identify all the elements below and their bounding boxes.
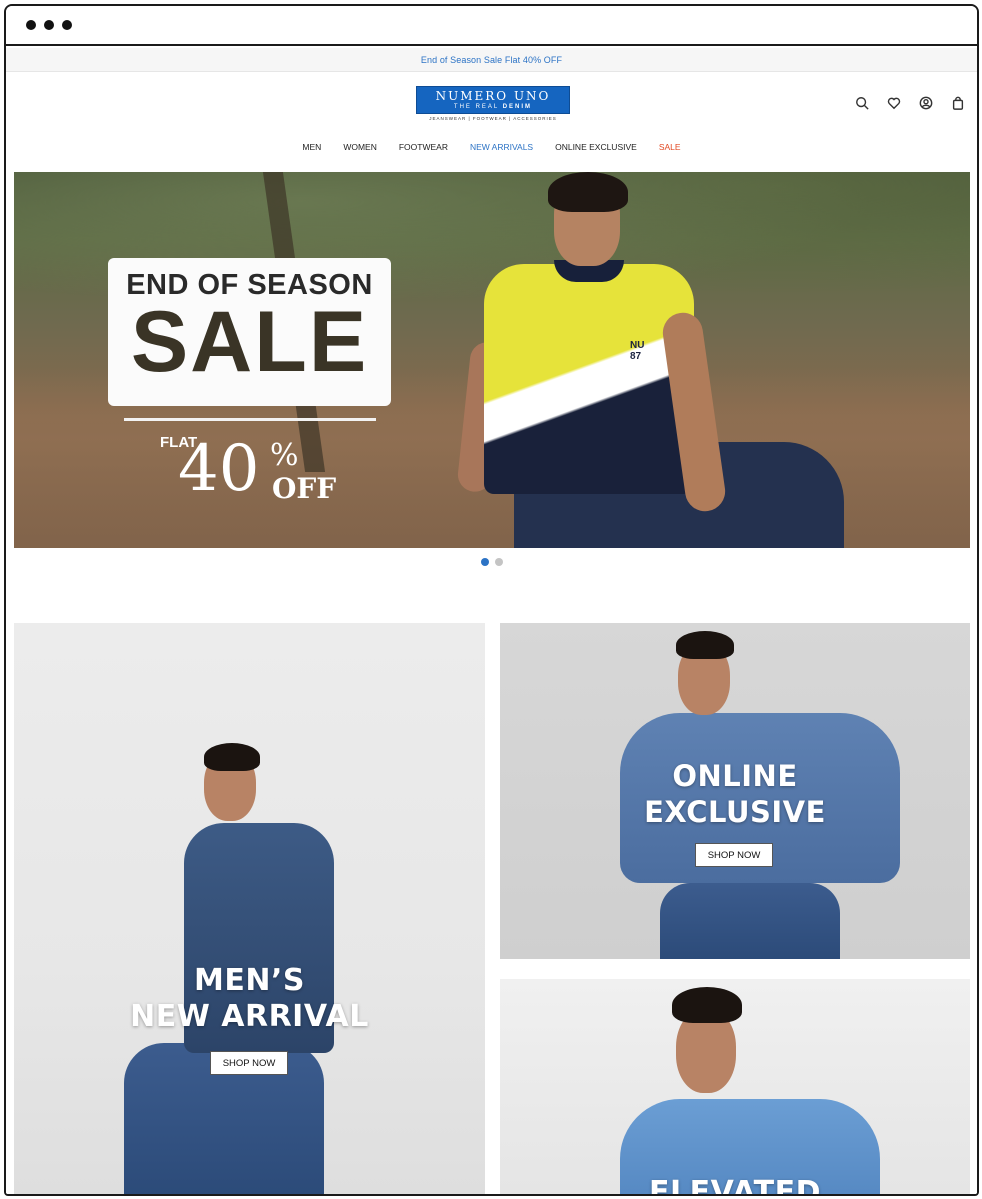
carousel-indicators bbox=[6, 558, 977, 566]
mens-title-line2: NEW ARRIVAL bbox=[130, 999, 369, 1034]
carousel-dot-2[interactable] bbox=[494, 558, 503, 566]
nav-men[interactable]: MEN bbox=[301, 142, 322, 152]
elevated-title: ELEVATED bbox=[648, 1175, 822, 1196]
online-title-line2: EXCLUSIVE bbox=[644, 795, 826, 829]
window-dot-2[interactable] bbox=[44, 20, 54, 30]
nav-online-exclusive[interactable]: ONLINE EXCLUSIVE bbox=[554, 142, 638, 152]
tile-elevated[interactable]: ELEVATED bbox=[500, 979, 970, 1196]
window-dot-3[interactable] bbox=[62, 20, 72, 30]
model-hair bbox=[204, 743, 260, 771]
search-icon[interactable] bbox=[853, 94, 871, 112]
nav-women[interactable]: WOMEN bbox=[342, 142, 378, 152]
online-title-line1: ONLINE bbox=[672, 759, 798, 793]
sale-badge: END OF SEASON SALE bbox=[108, 258, 391, 406]
logo-sub-bold: DENIM bbox=[502, 103, 533, 110]
page: End of Season Sale Flat 40% OFF NUMERO U… bbox=[6, 48, 977, 1194]
heart-icon[interactable] bbox=[885, 94, 903, 112]
logo-sub-text: THE REAL DENIM bbox=[454, 103, 532, 111]
announcement-bar[interactable]: End of Season Sale Flat 40% OFF bbox=[6, 48, 977, 72]
site-header: NUMERO UNO THE REAL DENIM JEANSWEAR | FO… bbox=[6, 72, 977, 176]
discount-number: 40 bbox=[178, 432, 260, 506]
browser-titlebar bbox=[6, 6, 977, 46]
model-jeans bbox=[660, 883, 840, 959]
hero-model-image: NU 87 bbox=[444, 172, 844, 548]
mens-shop-now-button[interactable]: SHOP NOW bbox=[210, 1051, 288, 1075]
header-icons bbox=[853, 94, 967, 112]
logo-sub-prefix: THE REAL bbox=[453, 103, 500, 110]
nav-footwear[interactable]: FOOTWEAR bbox=[398, 142, 449, 152]
nav-new-arrivals[interactable]: NEW ARRIVALS bbox=[469, 142, 534, 152]
main-nav: MEN WOMEN FOOTWEAR NEW ARRIVALS ONLINE E… bbox=[6, 142, 977, 152]
model-hair bbox=[548, 172, 628, 212]
online-shop-now-button[interactable]: SHOP NOW bbox=[695, 843, 773, 867]
discount-percent: % bbox=[270, 438, 299, 473]
tile-mens-new-arrival[interactable]: MEN’S NEW ARRIVAL SHOP NOW bbox=[14, 623, 485, 1194]
logo-main-text: NUMERO UNO bbox=[435, 88, 551, 103]
hero-banner[interactable]: END OF SEASON SALE FLAT 40 % OFF NU 87 bbox=[14, 172, 970, 548]
shirt-print: NU 87 bbox=[630, 340, 645, 362]
model-hair bbox=[672, 987, 742, 1023]
discount-off: OFF bbox=[272, 472, 337, 505]
bag-icon[interactable] bbox=[949, 94, 967, 112]
window-controls bbox=[26, 20, 72, 30]
carousel-dot-1[interactable] bbox=[480, 558, 489, 566]
nav-sale[interactable]: SALE bbox=[658, 142, 682, 152]
tile-online-exclusive[interactable]: ONLINE EXCLUSIVE SHOP NOW bbox=[500, 623, 970, 959]
tile-model-elevated bbox=[500, 979, 970, 1194]
mens-title-line1: MEN’S bbox=[194, 963, 305, 998]
user-icon[interactable] bbox=[917, 94, 935, 112]
model-polo-shirt bbox=[484, 264, 694, 494]
logo-tagline: JEANSWEAR | FOOTWEAR | ACCESSORIES bbox=[429, 116, 557, 121]
sale-divider bbox=[124, 418, 376, 421]
browser-frame: End of Season Sale Flat 40% OFF NUMERO U… bbox=[4, 4, 979, 1196]
sale-big-text: SALE bbox=[130, 294, 369, 390]
model-hair bbox=[676, 631, 734, 659]
brand-logo[interactable]: NUMERO UNO THE REAL DENIM bbox=[416, 86, 570, 114]
window-dot-1[interactable] bbox=[26, 20, 36, 30]
